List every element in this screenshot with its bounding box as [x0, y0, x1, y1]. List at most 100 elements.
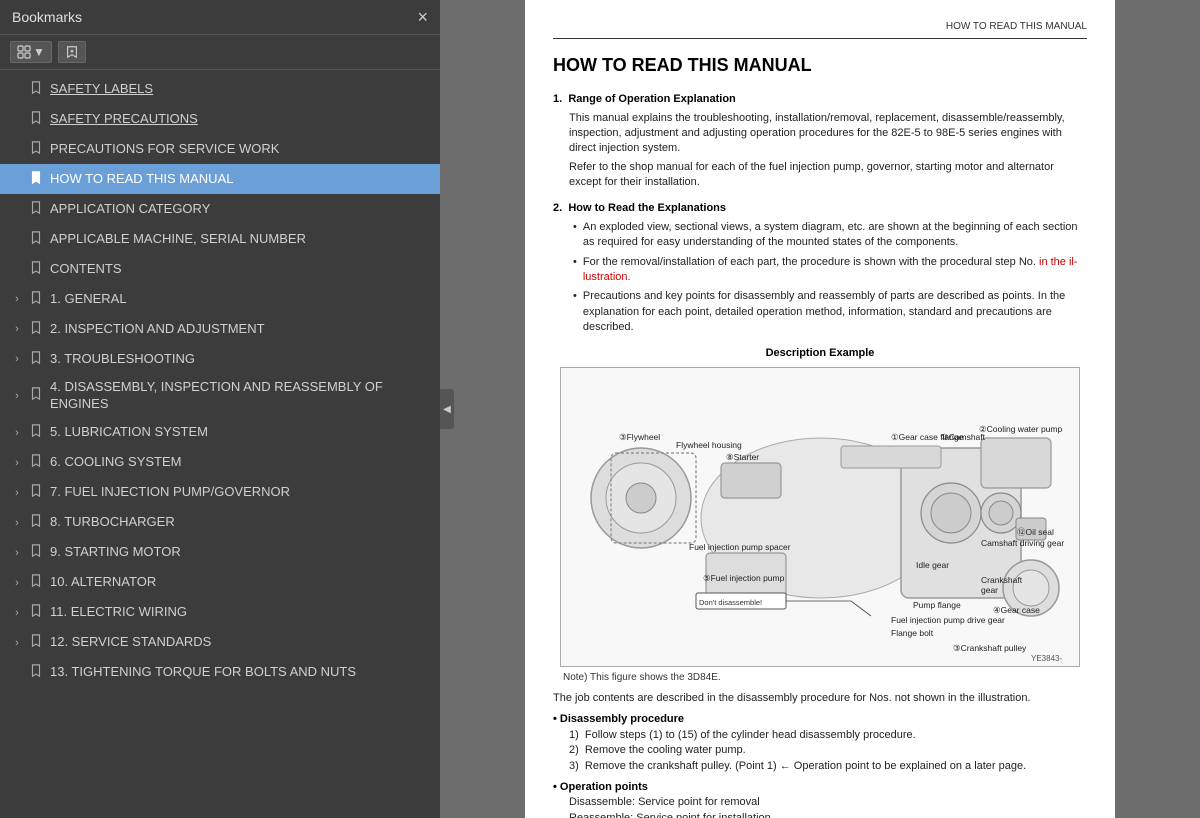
expand-arrow-turbocharger[interactable]: › [10, 517, 24, 529]
expand-arrow-electric-wiring[interactable]: › [10, 607, 24, 619]
expand-arrow-general[interactable]: › [10, 293, 24, 305]
expand-arrow-troubleshooting[interactable]: › [10, 353, 24, 365]
svg-text:Fuel injection pump spacer: Fuel injection pump spacer [689, 542, 791, 552]
operation-title-bullet: • [553, 781, 560, 793]
bookmark-label-fuel-injection: 7. FUEL INJECTION PUMP/GOVERNOR [50, 484, 432, 501]
bookmark-icon-lubrication [30, 424, 44, 441]
bookmark-label-cooling: 6. COOLING SYSTEM [50, 454, 432, 471]
bookmark-item-troubleshooting[interactable]: › 3. TROUBLESHOOTING [0, 344, 440, 374]
bookmark-item-service-standards[interactable]: ›12. SERVICE STANDARDS [0, 628, 440, 658]
bookmark-icon-service-standards [30, 634, 44, 651]
section-1: 1. Range of Operation Explanation This m… [553, 92, 1087, 190]
op-item-2: Reassemble: Service point for installati… [569, 811, 1087, 818]
bookmark-item-general[interactable]: › 1. GENERAL [0, 284, 440, 314]
bookmark-icon-general [30, 291, 44, 308]
bookmarks-panel: Bookmarks × ▼ ›SAFETY LABELS›SAFETY PREC… [0, 0, 440, 818]
close-button[interactable]: × [417, 8, 428, 26]
bookmark-icon-starting-motor [30, 544, 44, 561]
dis-step-2: 2) Remove the cooling water pump. [569, 743, 1087, 758]
bookmark-icon-contents [30, 261, 44, 278]
bookmark-label-alternator: 10. ALTERNATOR [50, 574, 432, 591]
bookmark-item-lubrication[interactable]: ›5. LUBRICATION SYSTEM [0, 418, 440, 448]
description-example-title: Description Example [553, 346, 1087, 361]
bookmark-item-turbocharger[interactable]: › 8. TURBOCHARGER [0, 508, 440, 538]
engine-diagram: Don't disassemble! ③Flywheel Flywheel ho… [560, 367, 1080, 667]
expand-arrow-inspection[interactable]: › [10, 323, 24, 335]
bullet-3: Precautions and key points for disassemb… [573, 289, 1087, 335]
bullet-1: An exploded view, sectional views, a sys… [573, 220, 1087, 251]
bookmark-item-contents[interactable]: ›CONTENTS [0, 254, 440, 284]
bookmark-icon-application-category [30, 201, 44, 218]
bookmark-item-how-to-read[interactable]: ›HOW TO READ THIS MANUAL [0, 164, 440, 194]
bookmark-item-safety-precautions[interactable]: ›SAFETY PRECAUTIONS [0, 104, 440, 134]
bookmark-label-safety-labels: SAFETY LABELS [50, 81, 432, 98]
bookmark-add-icon [65, 45, 79, 59]
page-header: HOW TO READ THIS MANUAL [553, 20, 1087, 39]
section-1-title: Range of Operation Explanation [568, 93, 735, 105]
bookmark-icon-troubleshooting [30, 351, 44, 368]
dis-step-1: 1) Follow steps (1) to (15) of the cylin… [569, 728, 1087, 743]
add-bookmark-button[interactable] [58, 41, 86, 63]
svg-text:⑫Oil seal: ⑫Oil seal [1017, 527, 1054, 537]
section-2-num: 2. [553, 202, 562, 214]
bookmark-item-tightening-torque[interactable]: ›13. TIGHTENING TORQUE FOR BOLTS AND NUT… [0, 658, 440, 688]
expand-arrow-starting-motor[interactable]: › [10, 547, 24, 559]
svg-text:Camshaft driving gear: Camshaft driving gear [981, 538, 1064, 548]
bookmark-label-disassembly: 4. DISASSEMBLY, INSPECTION AND REASSEMBL… [50, 379, 432, 413]
bookmark-label-turbocharger: 8. TURBOCHARGER [50, 514, 432, 531]
bookmark-icon-cooling [30, 454, 44, 471]
bookmarks-header: Bookmarks × [0, 0, 440, 35]
bookmark-label-precautions-service: PRECAUTIONS FOR SERVICE WORK [50, 141, 432, 158]
bullet-2: For the removal/installation of each par… [573, 255, 1087, 286]
bookmark-icon-alternator [30, 574, 44, 591]
expand-arrow-fuel-injection[interactable]: › [10, 487, 24, 499]
bookmark-icon-safety-labels [30, 81, 44, 98]
bookmark-label-electric-wiring: 11. ELECTRIC WIRING [50, 604, 432, 621]
svg-text:Fuel injection pump drive gear: Fuel injection pump drive gear [891, 615, 1005, 625]
bookmark-item-inspection[interactable]: ›2. INSPECTION AND ADJUSTMENT [0, 314, 440, 344]
svg-text:YE3843-: YE3843- [1031, 654, 1062, 663]
bookmark-item-disassembly[interactable]: › 4. DISASSEMBLY, INSPECTION AND REASSEMB… [0, 374, 440, 418]
expand-arrow: ▼ [33, 45, 45, 59]
bookmark-label-troubleshooting: 3. TROUBLESHOOTING [50, 351, 432, 368]
section-2: 2. How to Read the Explanations An explo… [553, 201, 1087, 336]
expand-arrow-lubrication[interactable]: › [10, 427, 24, 439]
bookmark-item-applicable-machine[interactable]: ›APPLICABLE MACHINE, SERIAL NUMBER [0, 224, 440, 254]
section-2-heading: 2. How to Read the Explanations [553, 201, 1087, 216]
collapse-panel-button[interactable]: ◀ [440, 389, 454, 429]
bookmark-item-alternator[interactable]: › 10. ALTERNATOR [0, 568, 440, 598]
expand-arrow-alternator[interactable]: › [10, 577, 24, 589]
bookmark-item-application-category[interactable]: ›APPLICATION CATEGORY [0, 194, 440, 224]
document-panel: ◀ HOW TO READ THIS MANUAL HOW TO READ TH… [440, 0, 1200, 818]
diagram-note: Note) This figure shows the 3D84E. [553, 671, 1087, 685]
bookmark-icon-precautions-service [30, 141, 44, 158]
expand-all-button[interactable]: ▼ [10, 41, 52, 63]
section-1-num: 1. [553, 93, 562, 105]
bookmark-icon-fuel-injection [30, 484, 44, 501]
disassembly-title-text: Disassembly procedure [560, 713, 684, 725]
svg-text:Flywheel housing: Flywheel housing [676, 440, 742, 450]
bookmark-item-cooling[interactable]: › 6. COOLING SYSTEM [0, 448, 440, 478]
bookmark-icon-disassembly [30, 387, 44, 404]
bookmark-item-safety-labels[interactable]: ›SAFETY LABELS [0, 74, 440, 104]
bookmark-label-contents: CONTENTS [50, 261, 432, 278]
svg-text:③Flywheel: ③Flywheel [619, 432, 660, 442]
bookmark-item-starting-motor[interactable]: ›9. STARTING MOTOR [0, 538, 440, 568]
expand-arrow-cooling[interactable]: › [10, 457, 24, 469]
bookmark-label-tightening-torque: 13. TIGHTENING TORQUE FOR BOLTS AND NUTS [50, 664, 432, 681]
bookmark-item-electric-wiring[interactable]: › 11. ELECTRIC WIRING [0, 598, 440, 628]
op-item-1: Disassemble: Service point for removal [569, 795, 1087, 810]
dis-step-3: 3) Remove the crankshaft pulley. (Point … [569, 759, 1087, 774]
bookmark-icon-electric-wiring [30, 604, 44, 621]
expand-arrow-service-standards[interactable]: › [10, 637, 24, 649]
section-2-title: How to Read the Explanations [568, 202, 726, 214]
svg-text:③Crankshaft pulley: ③Crankshaft pulley [953, 643, 1027, 653]
bookmark-item-fuel-injection[interactable]: › 7. FUEL INJECTION PUMP/GOVERNOR [0, 478, 440, 508]
job-contents-text: The job contents are described in the di… [553, 691, 1087, 706]
bookmark-item-precautions-service[interactable]: ›PRECAUTIONS FOR SERVICE WORK [0, 134, 440, 164]
bookmark-icon-tightening-torque [30, 664, 44, 681]
disassembly-title: • [553, 713, 560, 725]
expand-arrow-disassembly[interactable]: › [10, 390, 24, 402]
bookmark-icon-applicable-machine [30, 231, 44, 248]
bookmark-label-general: 1. GENERAL [50, 291, 432, 308]
